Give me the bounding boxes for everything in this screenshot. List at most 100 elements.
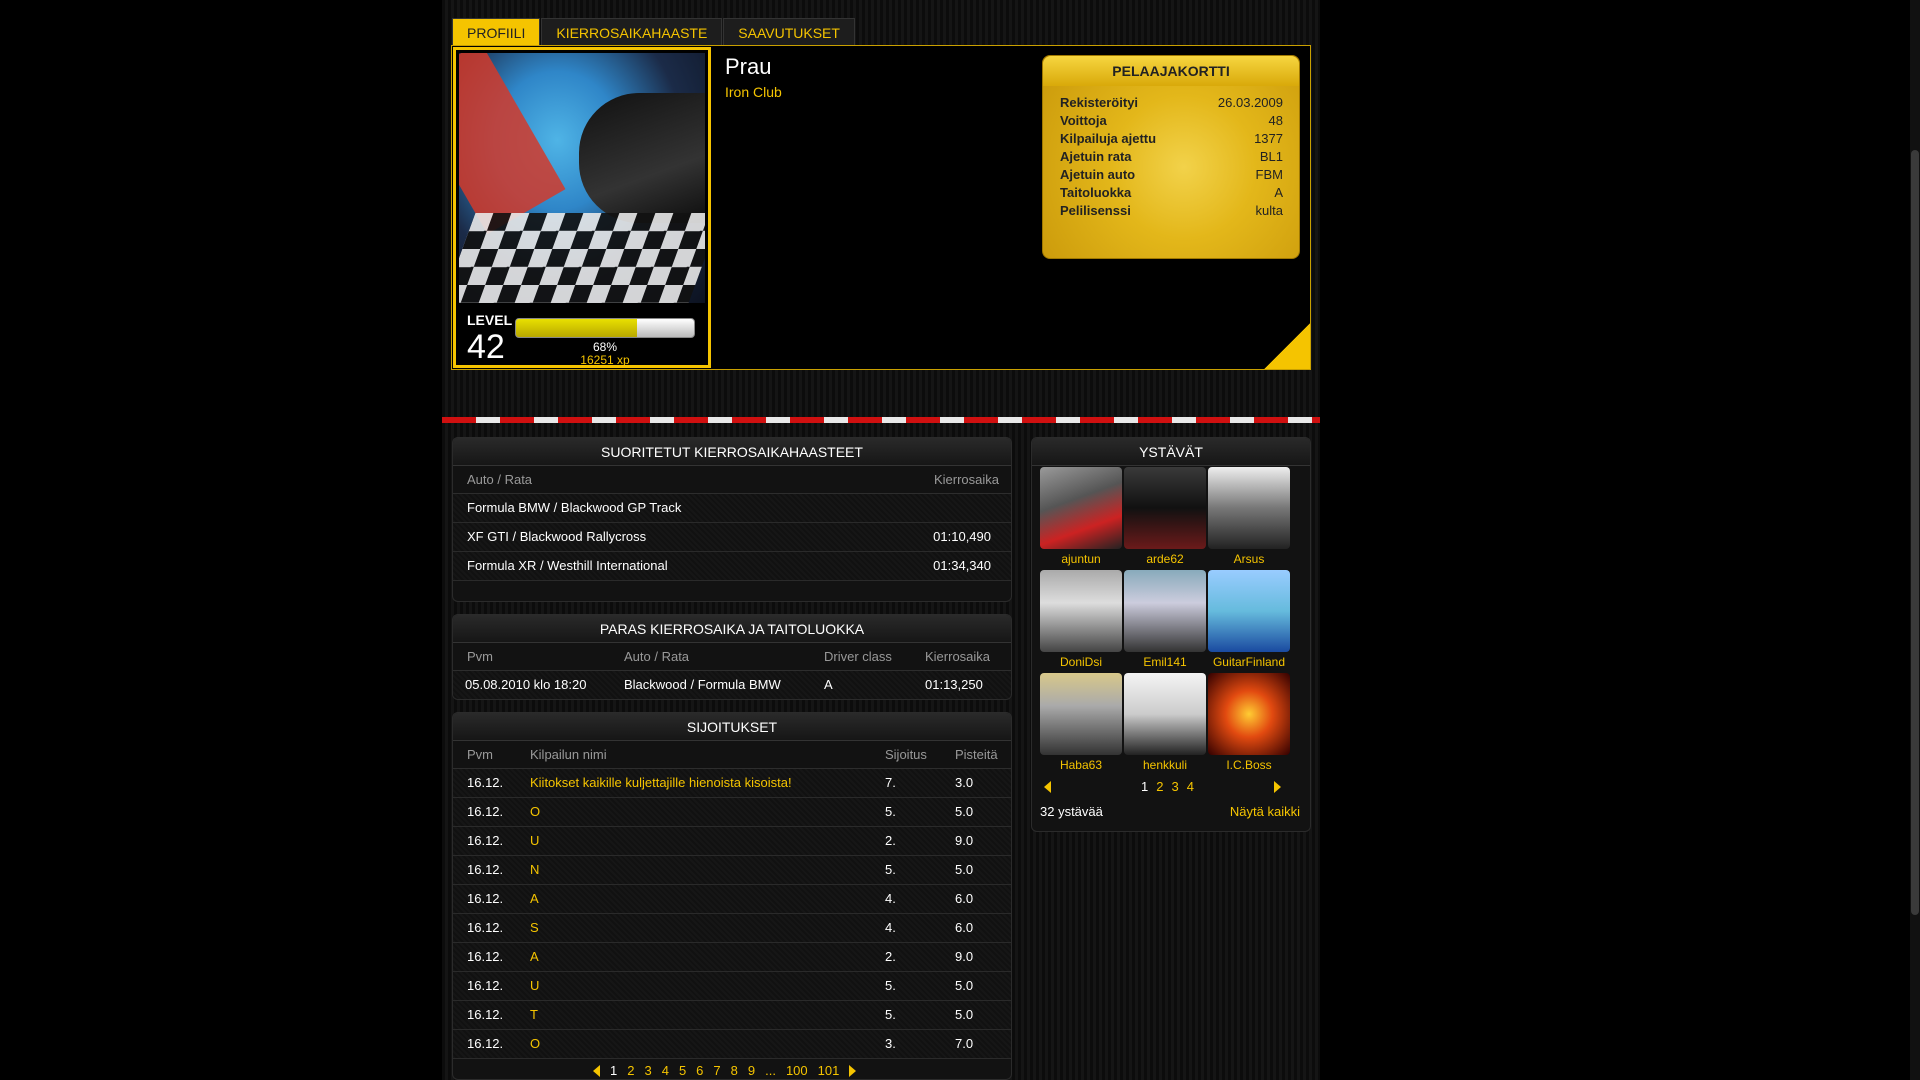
race-name-link[interactable]: O — [530, 1030, 540, 1058]
tab-achievements[interactable]: SAAVUTUKSET — [723, 18, 855, 46]
page-link[interactable]: 2 — [1156, 779, 1163, 794]
race-name-link[interactable]: Kiitokset kaikille kuljettajille hienois… — [530, 769, 792, 797]
page-link[interactable]: 4 — [662, 1063, 669, 1078]
arrow-right-icon[interactable] — [1273, 780, 1281, 793]
friend-name[interactable]: Emil141 — [1124, 655, 1206, 669]
friend-item[interactable]: Emil141 — [1124, 570, 1206, 672]
page-link[interactable]: 2 — [627, 1063, 634, 1078]
friend-item[interactable]: henkkuli — [1124, 673, 1206, 775]
friend-item[interactable]: Arsus — [1208, 467, 1290, 569]
xp-progress-bar — [515, 318, 695, 338]
friend-name[interactable]: Haba63 — [1040, 758, 1122, 772]
level-value: 42 — [467, 328, 505, 366]
race-name-link[interactable]: N — [530, 856, 539, 884]
xp-amount: 16251 xp — [580, 353, 630, 367]
friend-avatar[interactable] — [1040, 673, 1122, 755]
table-row: 16.12. Kiitokset kaikille kuljettajille h… — [453, 769, 1011, 798]
page-link[interactable]: 4 — [1187, 779, 1194, 794]
tab-lap-challenge[interactable]: KIERROSAIKAHAASTE — [541, 18, 723, 46]
table-row: Formula BMW / Blackwood GP Track — [453, 494, 1011, 523]
table-row: XF GTI / Blackwood Rallycross 01:10,490 — [453, 523, 1011, 552]
arrow-left-icon[interactable] — [593, 1064, 600, 1077]
page-link[interactable]: 1 — [1141, 779, 1148, 794]
track-divider — [442, 417, 1320, 423]
completed-header: Auto / Rata Kierrosaika — [453, 466, 1011, 494]
corner-stripe — [1264, 323, 1310, 369]
profile-panel: LEVEL 42 68% 16251 xp Prau Iron Club PEL… — [451, 45, 1311, 370]
race-name-link[interactable]: U — [530, 972, 539, 1000]
page-link[interactable]: 3 — [1171, 779, 1178, 794]
friend-name[interactable]: DoniDsi — [1040, 655, 1122, 669]
page-link[interactable]: 7 — [713, 1063, 720, 1078]
friend-avatar[interactable] — [1124, 467, 1206, 549]
page-link[interactable]: 9 — [748, 1063, 755, 1078]
race-name-link[interactable]: O — [530, 798, 540, 826]
avatar — [459, 53, 705, 303]
placements-page-list: 1 2 3 4 5 6 7 8 9... 100 101 — [610, 1063, 849, 1078]
friend-item[interactable]: ajuntun — [1040, 467, 1122, 569]
scrollbar[interactable] — [1910, 0, 1920, 1080]
card-row-license: Pelilisenssi kulta — [1060, 203, 1283, 218]
friend-avatar[interactable] — [1208, 570, 1290, 652]
race-name-link[interactable]: T — [530, 1001, 538, 1029]
friend-name[interactable]: GuitarFinland — [1208, 655, 1290, 669]
placements-header: Pvm Kilpailun nimi Sijoitus Pisteitä — [453, 741, 1011, 769]
friend-item[interactable]: DoniDsi — [1040, 570, 1122, 672]
table-row: 16.12. S 4. 6.0 — [453, 914, 1011, 943]
table-row: 16.12. O 3. 7.0 — [453, 1030, 1011, 1059]
page-link[interactable]: 8 — [731, 1063, 738, 1078]
placements-panel: SIJOITUKSET Pvm Kilpailun nimi Sijoitus … — [452, 712, 1012, 1080]
friend-name[interactable]: Arsus — [1208, 552, 1290, 566]
tab-profile[interactable]: PROFIILI — [452, 18, 541, 46]
arrow-left-icon[interactable] — [1044, 780, 1051, 793]
xp-percent: 68% — [592, 340, 618, 354]
race-name-link[interactable]: A — [530, 943, 539, 971]
friends-title: YSTÄVÄT — [1032, 438, 1310, 466]
friend-avatar[interactable] — [1208, 673, 1290, 755]
placements-title: SIJOITUKSET — [453, 713, 1011, 741]
friends-pager: 1234 — [1044, 779, 1281, 794]
page-link[interactable]: 101 — [818, 1063, 840, 1078]
level-label: LEVEL — [467, 312, 513, 328]
card-row-skill: Taitoluokka A — [1060, 185, 1283, 200]
friend-name[interactable]: henkkuli — [1124, 758, 1206, 772]
friend-item[interactable]: I.C.Boss — [1208, 673, 1290, 775]
friend-item[interactable]: Haba63 — [1040, 673, 1122, 775]
table-row: 16.12. N 5. 5.0 — [453, 856, 1011, 885]
friends-page-list: 1234 — [1141, 779, 1202, 794]
friend-name[interactable]: ajuntun — [1040, 552, 1122, 566]
completed-title: SUORITETUT KIERROSAIKAHAASTEET — [453, 438, 1011, 466]
page-link[interactable]: 3 — [644, 1063, 651, 1078]
player-card: PELAAJAKORTTI Rekisteröityi 26.03.2009 Vo… — [1042, 55, 1300, 259]
table-row: 16.12. A 4. 6.0 — [453, 885, 1011, 914]
friend-name[interactable]: I.C.Boss — [1208, 758, 1290, 772]
table-row: Formula XR / Westhill International 01:34… — [453, 552, 1011, 581]
page-link[interactable]: 1 — [610, 1063, 617, 1078]
page-link[interactable]: 5 — [679, 1063, 686, 1078]
friend-item[interactable]: GuitarFinland — [1208, 570, 1290, 672]
race-name-link[interactable]: S — [530, 914, 539, 942]
friend-avatar[interactable] — [1124, 570, 1206, 652]
friend-avatar[interactable] — [1124, 673, 1206, 755]
friend-item[interactable]: arde62 — [1124, 467, 1206, 569]
player-card-title: PELAAJAKORTTI — [1043, 56, 1299, 86]
friend-avatar[interactable] — [1040, 570, 1122, 652]
page-link[interactable]: 100 — [786, 1063, 808, 1078]
show-all-link[interactable]: Näytä kaikki — [1230, 804, 1300, 819]
best-title: PARAS KIERROSAIKA JA TAITOLUOKKA — [453, 615, 1011, 643]
card-row-car: Ajetuin auto FBM — [1060, 167, 1283, 182]
scroll-thumb[interactable] — [1911, 150, 1919, 915]
friend-avatar[interactable] — [1040, 467, 1122, 549]
page-link[interactable]: 6 — [696, 1063, 703, 1078]
friend-name[interactable]: arde62 — [1124, 552, 1206, 566]
table-row: 16.12. U 5. 5.0 — [453, 972, 1011, 1001]
card-row-wins: Voittoja 48 — [1060, 113, 1283, 128]
card-row-races: Kilpailuja ajettu 1377 — [1060, 131, 1283, 146]
placements-pager: 1 2 3 4 5 6 7 8 9... 100 101 — [593, 1063, 857, 1078]
arrow-right-icon[interactable] — [849, 1064, 857, 1077]
race-name-link[interactable]: U — [530, 827, 539, 855]
best-lap-panel: PARAS KIERROSAIKA JA TAITOLUOKKA Pvm Aut… — [452, 614, 1012, 700]
race-name-link[interactable]: A — [530, 885, 539, 913]
player-club[interactable]: Iron Club — [725, 84, 782, 100]
friend-avatar[interactable] — [1208, 467, 1290, 549]
